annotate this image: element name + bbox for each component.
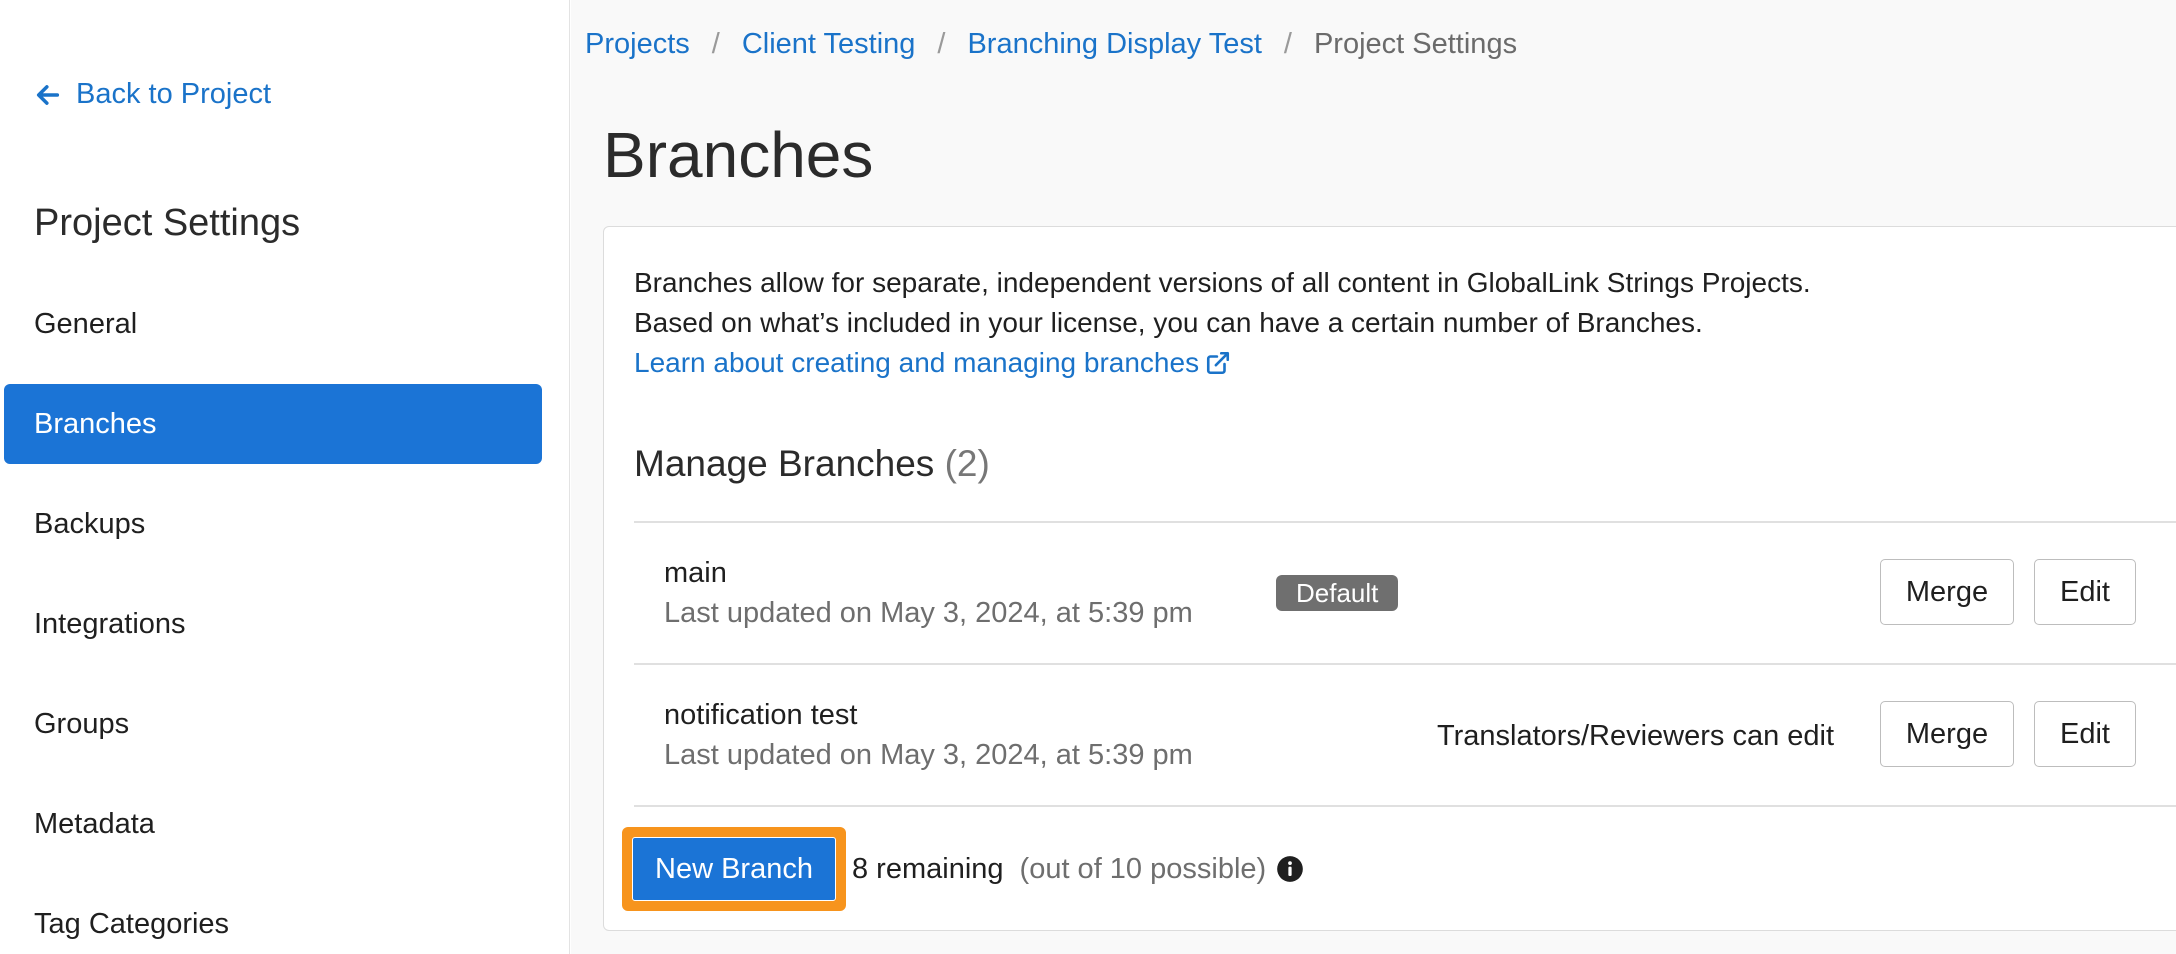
branch-name: main [664, 557, 727, 589]
breadcrumb: Projects / Client Testing / Branching Di… [585, 28, 1517, 61]
branch-updated: Last updated on May 3, 2024, at 5:39 pm [664, 739, 1193, 771]
merge-button[interactable]: Merge [1880, 701, 2014, 767]
branches-description: Branches allow for separate, independent… [634, 263, 1811, 383]
manage-branches-title: Manage Branches [634, 443, 935, 484]
sidebar-item-label: Integrations [34, 607, 186, 640]
branch-list: main Last updated on May 3, 2024, at 5:3… [634, 521, 2176, 807]
branches-possible: (out of 10 possible) [1019, 852, 1267, 885]
branch-count: (2) [944, 443, 990, 484]
description-line: Branches allow for separate, independent… [634, 267, 1811, 298]
manage-branches-heading: Manage Branches (2) [634, 443, 990, 485]
edit-button[interactable]: Edit [2034, 701, 2136, 767]
main-content: Projects / Client Testing / Branching Di… [571, 0, 2176, 954]
merge-button[interactable]: Merge [1880, 559, 2014, 625]
learn-branches-link[interactable]: Learn about creating and managing branch… [634, 343, 1231, 383]
sidebar-item-integrations[interactable]: Integrations [4, 584, 542, 664]
breadcrumb-link-branching-display-test[interactable]: Branching Display Test [967, 28, 1261, 61]
branches-card: Branches allow for separate, independent… [603, 226, 2176, 931]
sidebar-item-label: Tag Categories [34, 907, 230, 940]
new-branch-button[interactable]: New Branch [632, 837, 836, 901]
sidebar-item-tag-categories[interactable]: Tag Categories [4, 884, 542, 954]
sidebar-item-metadata[interactable]: Metadata [4, 784, 542, 864]
page-title: Branches [603, 119, 874, 191]
sidebar-title: Project Settings [34, 202, 301, 244]
settings-nav: General Branches Backups Integrations Gr… [4, 284, 542, 954]
sidebar-item-label: Groups [34, 707, 130, 740]
breadcrumb-separator: / [1283, 28, 1292, 60]
new-branch-highlight: New Branch [622, 827, 846, 911]
sidebar-item-backups[interactable]: Backups [4, 484, 542, 564]
default-badge: Default [1276, 575, 1399, 611]
description-line: Based on what’s included in your license… [634, 307, 1703, 338]
info-circle-icon[interactable] [1266, 855, 1304, 883]
external-link-icon [1205, 350, 1231, 376]
edit-button[interactable]: Edit [2034, 559, 2136, 625]
table-row: notification test Last updated on May 3,… [634, 665, 2176, 807]
breadcrumb-current: Project Settings [1313, 28, 1518, 60]
sidebar-item-label: Metadata [34, 807, 155, 840]
sidebar: Back to Project Project Settings General… [0, 0, 570, 954]
back-to-project-link[interactable]: Back to Project [34, 78, 271, 111]
sidebar-item-label: General [34, 307, 138, 340]
breadcrumb-separator: / [937, 28, 946, 60]
breadcrumb-link-projects[interactable]: Projects [585, 28, 690, 61]
branch-footer: New Branch 8 remaining (out of 10 possib… [622, 827, 1304, 911]
arrow-left-icon [34, 81, 62, 109]
sidebar-item-groups[interactable]: Groups [4, 684, 542, 764]
breadcrumb-link-client-testing[interactable]: Client Testing [742, 28, 916, 61]
branch-updated: Last updated on May 3, 2024, at 5:39 pm [664, 597, 1193, 629]
back-to-project-label: Back to Project [76, 78, 272, 110]
branch-permission: Translators/Reviewers can edit [1437, 720, 1835, 752]
branch-name: notification test [664, 699, 858, 731]
learn-branches-label: Learn about creating and managing branch… [634, 347, 1200, 378]
sidebar-item-general[interactable]: General [4, 284, 542, 364]
sidebar-item-label: Backups [34, 507, 146, 540]
sidebar-item-label: Branches [34, 407, 157, 440]
breadcrumb-separator: / [711, 28, 720, 60]
sidebar-item-branches[interactable]: Branches [4, 384, 542, 464]
branches-remaining: 8 remaining [852, 852, 1004, 885]
table-row: main Last updated on May 3, 2024, at 5:3… [634, 523, 2176, 665]
